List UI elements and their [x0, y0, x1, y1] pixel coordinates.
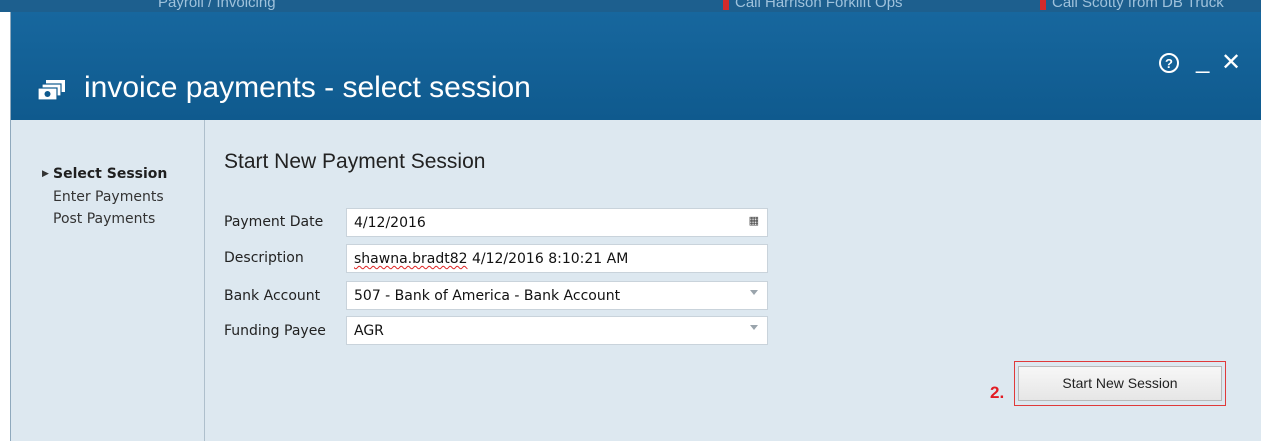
money-stack-icon: [37, 80, 65, 101]
dialog-titlebar: invoice payments - select session ? _ ✕: [11, 12, 1261, 120]
funding-payee-label: Funding Payee: [224, 323, 326, 339]
nav-item-enter-payments[interactable]: Enter Payments: [53, 189, 164, 205]
background-reminder-1: Call Harrison Forklift Ops: [735, 0, 903, 11]
caret-right-icon: ▶: [42, 169, 49, 179]
section-heading: Start New Payment Session: [224, 150, 486, 173]
chevron-down-icon[interactable]: [750, 290, 758, 295]
reminder-flag-icon: [723, 0, 729, 10]
nav-item-label: Select Session: [53, 166, 168, 182]
funding-payee-value: AGR: [354, 323, 384, 339]
reminder-flag-icon: [1040, 0, 1046, 10]
svg-text:?: ?: [1165, 56, 1173, 71]
background-app-title: Payroll / Invoicing: [158, 0, 276, 11]
description-username: shawna.bradt82: [354, 251, 468, 267]
payment-date-value: 4/12/2016: [354, 215, 426, 231]
description-field[interactable]: shawna.bradt82 4/12/2016 8:10:21 AM: [346, 244, 768, 273]
background-app-strip: Payroll / Invoicing Call Harrison Forkli…: [0, 0, 1261, 12]
wizard-steps-nav: ▶ Select Session Enter Payments Post Pay…: [11, 120, 205, 441]
background-reminder-2: Call Scotty from DB Truck: [1052, 0, 1224, 11]
nav-item-label: Post Payments: [53, 211, 156, 227]
bank-account-value: 507 - Bank of America - Bank Account: [354, 288, 621, 304]
description-value: shawna.bradt82 4/12/2016 8:10:21 AM: [354, 251, 628, 267]
payment-date-label: Payment Date: [224, 214, 324, 230]
close-button[interactable]: ✕: [1221, 51, 1241, 75]
payment-date-field[interactable]: 4/12/2016 ▦: [346, 208, 768, 237]
bank-account-select[interactable]: 507 - Bank of America - Bank Account: [346, 281, 768, 310]
funding-payee-select[interactable]: AGR: [346, 316, 768, 345]
help-icon[interactable]: ?: [1158, 52, 1180, 74]
minimize-button[interactable]: _: [1196, 49, 1209, 73]
nav-item-select-session[interactable]: ▶ Select Session: [42, 166, 168, 182]
description-timestamp: 4/12/2016 8:10:21 AM: [467, 251, 629, 267]
step-marker: 2.: [990, 383, 1005, 402]
start-new-session-button[interactable]: Start New Session: [1018, 366, 1222, 401]
bank-account-label: Bank Account: [224, 288, 321, 304]
calendar-icon[interactable]: ▦: [749, 214, 759, 227]
chevron-down-icon[interactable]: [750, 325, 758, 330]
dialog-title: invoice payments - select session: [84, 71, 531, 104]
nav-item-post-payments[interactable]: Post Payments: [53, 211, 155, 227]
description-label: Description: [224, 250, 304, 266]
nav-item-label: Enter Payments: [53, 189, 164, 205]
